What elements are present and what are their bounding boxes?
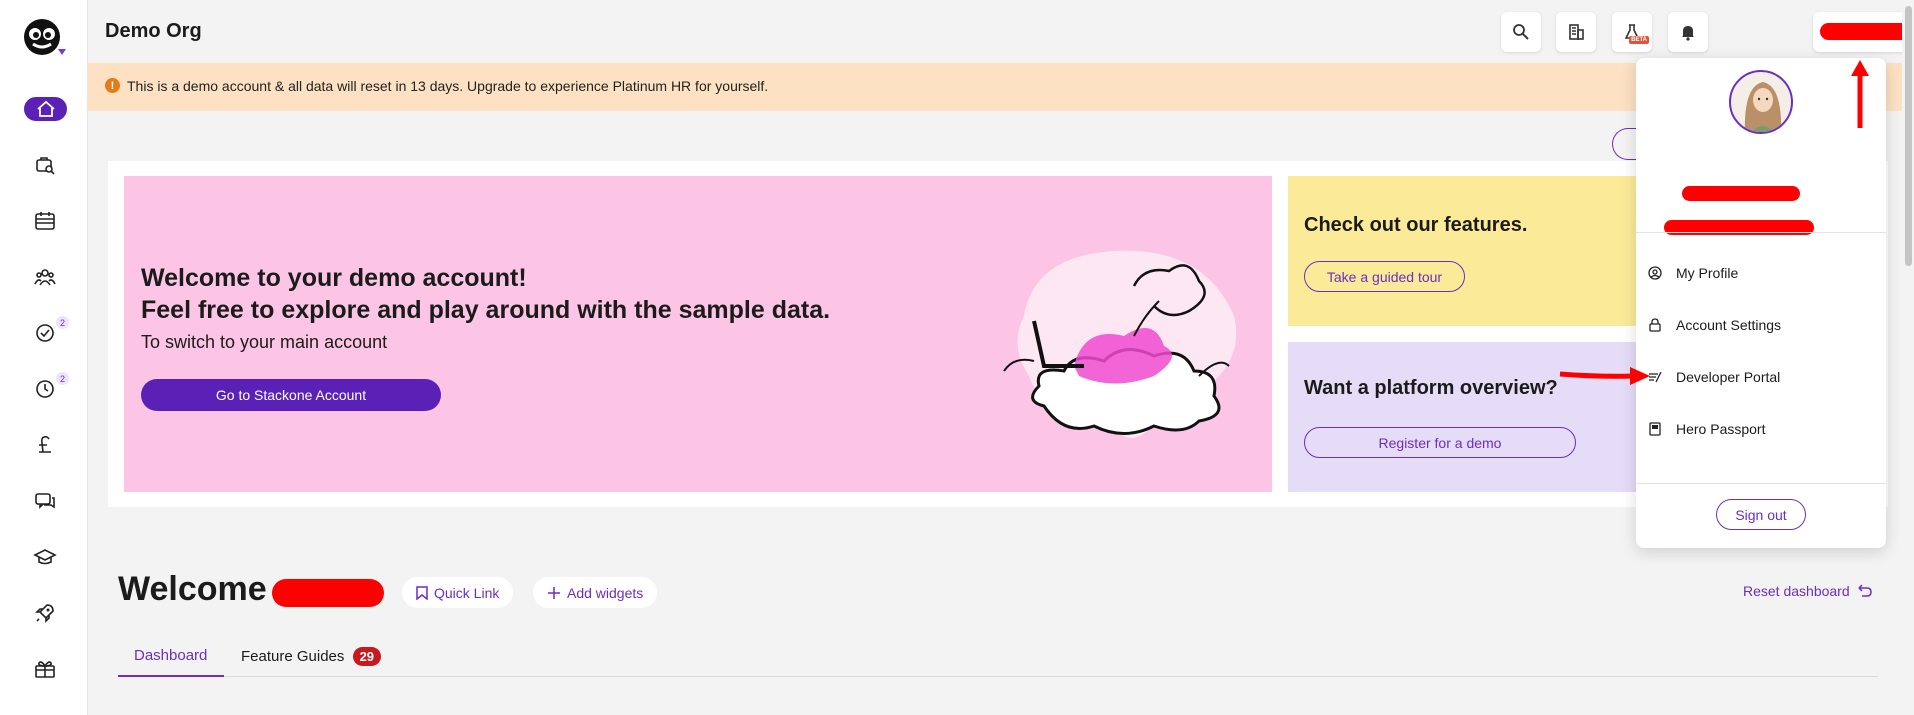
- menu-item-my-profile[interactable]: My Profile: [1648, 258, 1874, 288]
- tab-feature-guides[interactable]: Feature Guides 29: [241, 647, 382, 677]
- rocket-icon: [35, 604, 54, 623]
- dropdown-divider-bottom: [1636, 483, 1886, 484]
- org-name: Demo Org: [105, 20, 202, 42]
- plus-icon: [548, 586, 560, 599]
- graduation-cap-icon: [33, 549, 57, 565]
- user-menu-button[interactable]: [1813, 12, 1914, 52]
- hero-illustration: [1003, 250, 1237, 438]
- bookmark-icon: [416, 585, 428, 600]
- home-icon: [36, 100, 55, 117]
- dashboard-tabs: Dashboard Feature Guides 29: [118, 643, 1878, 677]
- reset-dashboard-label: Reset dashboard: [1743, 583, 1850, 599]
- dropdown-divider-top: [1636, 232, 1886, 233]
- lock-icon: [1649, 318, 1661, 332]
- labs-button[interactable]: BETA: [1612, 12, 1652, 52]
- sidebar-item-payroll[interactable]: [30, 430, 60, 460]
- reset-dashboard-link[interactable]: Reset dashboard: [1743, 583, 1872, 599]
- undo-icon: [1858, 584, 1872, 597]
- check-circle-icon: [36, 324, 54, 342]
- menu-item-account-settings[interactable]: Account Settings: [1648, 310, 1874, 340]
- annotation-arrow-up: [1851, 60, 1869, 128]
- warning-icon: !: [105, 78, 120, 93]
- search-button[interactable]: [1501, 12, 1541, 52]
- pound-icon: [39, 435, 51, 453]
- search-icon: [1513, 24, 1529, 40]
- welcome-demo-card: Welcome to your demo account! Feel free …: [124, 176, 1272, 492]
- sidebar: 2 2: [0, 0, 88, 715]
- sign-out-button[interactable]: Sign out: [1716, 499, 1806, 530]
- quick-link-button[interactable]: Quick Link: [402, 577, 514, 608]
- sidebar-item-recruitment[interactable]: [30, 150, 60, 180]
- org-switcher-caret-icon[interactable]: [58, 49, 66, 55]
- user-dropdown-menu: My Profile Account Settings Developer Po…: [1636, 58, 1886, 548]
- sidebar-item-calendar[interactable]: [30, 206, 60, 236]
- user-circle-icon: [1648, 266, 1662, 280]
- hero-title-line2: Feel free to explore and play around wit…: [141, 296, 831, 324]
- tab-feature-guides-label: Feature Guides: [241, 648, 345, 665]
- bell-icon: [1682, 26, 1694, 41]
- menu-item-label: Developer Portal: [1676, 369, 1781, 385]
- feature-guides-count: 29: [352, 647, 382, 666]
- tab-dashboard[interactable]: Dashboard: [118, 647, 224, 677]
- clock-icon: [36, 380, 54, 398]
- building-icon: [1569, 24, 1584, 40]
- add-widgets-button[interactable]: Add widgets: [533, 577, 658, 608]
- team-icon: [34, 269, 56, 286]
- menu-item-label: My Profile: [1676, 265, 1739, 281]
- platform-title: Want a platform overview?: [1304, 377, 1558, 399]
- passport-icon: [1649, 422, 1661, 436]
- redacted-username: [1820, 23, 1914, 40]
- chat-icon: [35, 493, 55, 509]
- hero-title-line1: Welcome to your demo account!: [141, 264, 527, 292]
- register-demo-button[interactable]: Register for a demo: [1304, 427, 1576, 458]
- company-button[interactable]: [1556, 12, 1596, 52]
- redacted-user-name: [272, 579, 384, 607]
- go-to-account-button[interactable]: Go to Stackone Account: [141, 379, 441, 411]
- tab-dashboard-label: Dashboard: [134, 647, 208, 664]
- top-bar: Demo Org BETA: [88, 0, 1914, 63]
- sidebar-item-onboarding[interactable]: [30, 598, 60, 628]
- sidebar-item-team[interactable]: [30, 262, 60, 292]
- sidebar-item-home[interactable]: [24, 97, 67, 121]
- briefcase-search-icon: [36, 157, 55, 175]
- add-widgets-label: Add widgets: [567, 584, 644, 601]
- sidebar-item-benefits[interactable]: [30, 654, 60, 684]
- menu-item-label: Account Settings: [1676, 317, 1782, 333]
- quick-link-label: Quick Link: [434, 584, 500, 601]
- banner-text: This is a demo account & all data will r…: [127, 78, 769, 94]
- calendar-icon: [35, 212, 55, 230]
- welcome-heading: Welcome: [118, 570, 267, 608]
- redacted-profile-name: [1682, 186, 1800, 201]
- menu-item-developer-portal[interactable]: Developer Portal: [1648, 362, 1874, 392]
- profile-avatar: [1729, 70, 1793, 134]
- sidebar-item-learning[interactable]: [30, 542, 60, 572]
- features-title: Check out our features.: [1304, 214, 1528, 236]
- hero-subtitle: To switch to your main account: [141, 332, 388, 352]
- approvals-badge: 2: [56, 316, 69, 329]
- page-scrollbar-thumb[interactable]: [1905, 6, 1912, 266]
- annotation-arrow-right: [1559, 367, 1650, 385]
- beta-tag: BETA: [1629, 36, 1649, 44]
- hero-section: Welcome to your demo account! Feel free …: [108, 161, 1888, 507]
- sidebar-item-messages[interactable]: [30, 486, 60, 516]
- time-badge: 2: [56, 372, 69, 385]
- gift-icon: [35, 661, 55, 678]
- notifications-button[interactable]: [1668, 12, 1708, 52]
- guided-tour-button[interactable]: Take a guided tour: [1304, 261, 1465, 292]
- menu-item-label: Hero Passport: [1676, 421, 1766, 437]
- app-logo[interactable]: [22, 17, 62, 57]
- menu-item-hero-passport[interactable]: Hero Passport: [1648, 414, 1874, 444]
